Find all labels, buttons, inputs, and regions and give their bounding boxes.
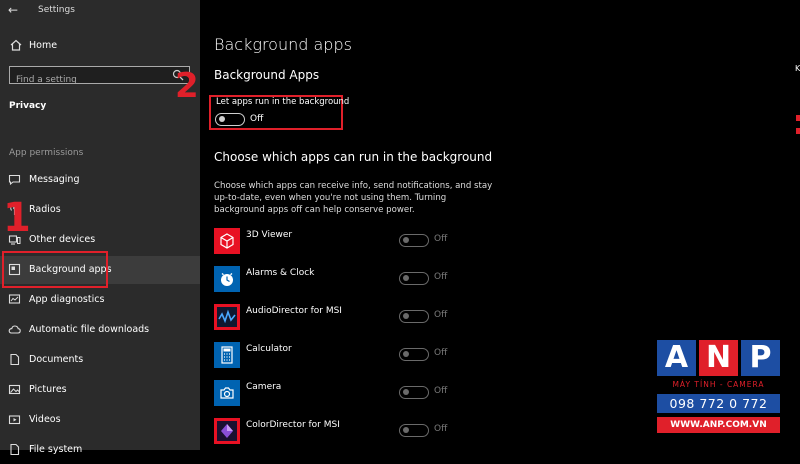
sidebar-item-label: Documents [29, 354, 84, 365]
toggle-knob [403, 389, 409, 395]
sidebar-item-messaging[interactable]: Messaging [0, 166, 200, 194]
toggle-knob [403, 275, 409, 281]
app-name: Alarms & Clock [246, 268, 315, 278]
sidebar-item-label: Videos [29, 414, 61, 425]
diagnostics-icon [8, 294, 21, 304]
app-toggle-state: Off [434, 348, 448, 358]
sidebar-item-label: Other devices [29, 234, 96, 245]
home-icon [10, 39, 22, 51]
app-name: ColorDirector for MSI [246, 420, 340, 430]
app-toggle-state: Off [434, 424, 448, 434]
app-toggle-state: Off [434, 386, 448, 396]
app-toggle-state: Off [434, 310, 448, 320]
search-input[interactable] [10, 72, 172, 88]
sidebar-item-documents[interactable]: Documents [0, 346, 200, 374]
app-toggle[interactable] [399, 424, 429, 437]
app-name: AudioDirector for MSI [246, 306, 342, 316]
master-toggle-label: Let apps run in the background [216, 97, 350, 107]
section-heading-background-apps: Background Apps [214, 68, 320, 82]
group-label: App permissions [9, 148, 84, 158]
app-toggle[interactable] [399, 310, 429, 323]
3d-viewer-icon [214, 228, 240, 254]
page-title: Background apps [214, 35, 352, 54]
app-toggle-state: Off [434, 234, 448, 244]
sidebar-item-label: Radios [29, 204, 61, 215]
watermark-website: WWW.ANP.COM.VN [657, 417, 780, 433]
section-title: Privacy [9, 101, 47, 111]
home-label: Home [29, 40, 58, 51]
app-toggle[interactable] [399, 272, 429, 285]
app-name: 3D Viewer [246, 230, 293, 240]
sidebar-item-pictures[interactable]: Pictures [0, 376, 200, 404]
toggle-knob [403, 313, 409, 319]
sidebar-item-label: Messaging [29, 174, 80, 185]
app-row-camera: Camera Off [214, 380, 454, 406]
app-toggle-state: Off [434, 272, 448, 282]
app-toggle[interactable] [399, 386, 429, 399]
video-icon [8, 415, 21, 425]
home-nav-item[interactable]: Home [0, 36, 200, 58]
edge-panel-letter: K [795, 64, 800, 73]
section-heading-choose-apps: Choose which apps can run in the backgro… [214, 150, 493, 164]
message-icon [8, 174, 21, 186]
toggle-knob [403, 351, 409, 357]
app-row-3d-viewer: 3D Viewer Off [214, 228, 454, 254]
sidebar-item-file-system[interactable]: File system [0, 436, 200, 464]
anp-watermark: A N P MÁY TÍNH - CAMERA 098 772 0 772 WW… [657, 340, 780, 438]
step-number-1: 1 [3, 195, 31, 241]
window-title: Settings [38, 5, 75, 15]
audiodirector-icon [214, 304, 240, 330]
sidebar-item-app-diagnostics[interactable]: App diagnostics [0, 286, 200, 314]
sidebar-item-videos[interactable]: Videos [0, 406, 200, 434]
toggle-knob [403, 427, 409, 433]
sidebar-item-label: App diagnostics [29, 294, 105, 305]
section-description: Choose which apps can receive info, send… [214, 181, 493, 215]
app-name: Camera [246, 382, 282, 392]
app-row-calculator: Calculator Off [214, 342, 454, 368]
sidebar-item-label: Automatic file downloads [29, 324, 150, 335]
watermark-letter: A [657, 340, 696, 376]
app-row-colordirector: ColorDirector for MSI Off [214, 418, 454, 444]
master-toggle-state: Off [250, 114, 264, 124]
document-icon [10, 353, 20, 366]
colordirector-icon [214, 418, 240, 444]
camera-icon [214, 380, 240, 406]
app-toggle[interactable] [399, 348, 429, 361]
sidebar-item-automatic-file-downloads[interactable]: Automatic file downloads [0, 316, 200, 344]
watermark-letter: N [699, 340, 738, 376]
sidebar-item-label: Pictures [29, 384, 67, 395]
edge-panel-link-mark [796, 128, 800, 134]
picture-icon [8, 384, 21, 395]
back-arrow-icon[interactable]: ← [8, 3, 18, 17]
app-name: Calculator [246, 344, 292, 354]
app-row-audiodirector: AudioDirector for MSI Off [214, 304, 454, 330]
watermark-tagline: MÁY TÍNH - CAMERA [672, 380, 765, 389]
edge-panel-link-mark [796, 115, 800, 121]
toggle-knob [403, 237, 409, 243]
step-number-2: 2 [175, 66, 199, 106]
watermark-phone: 098 772 0 772 [657, 394, 780, 413]
app-toggle[interactable] [399, 234, 429, 247]
master-background-toggle[interactable] [215, 113, 245, 126]
search-box[interactable] [9, 66, 190, 88]
app-row-alarms-clock: Alarms & Clock Off [214, 266, 454, 292]
toggle-knob [219, 116, 225, 122]
sidebar: ← Settings Home Privacy App permissions … [0, 0, 200, 456]
alarm-clock-icon [214, 266, 240, 292]
highlight-box-background-apps [2, 251, 108, 288]
cloud-icon [8, 325, 21, 334]
calculator-icon [214, 342, 240, 368]
title-bar: ← Settings [0, 0, 200, 22]
watermark-letter: P [741, 340, 780, 376]
